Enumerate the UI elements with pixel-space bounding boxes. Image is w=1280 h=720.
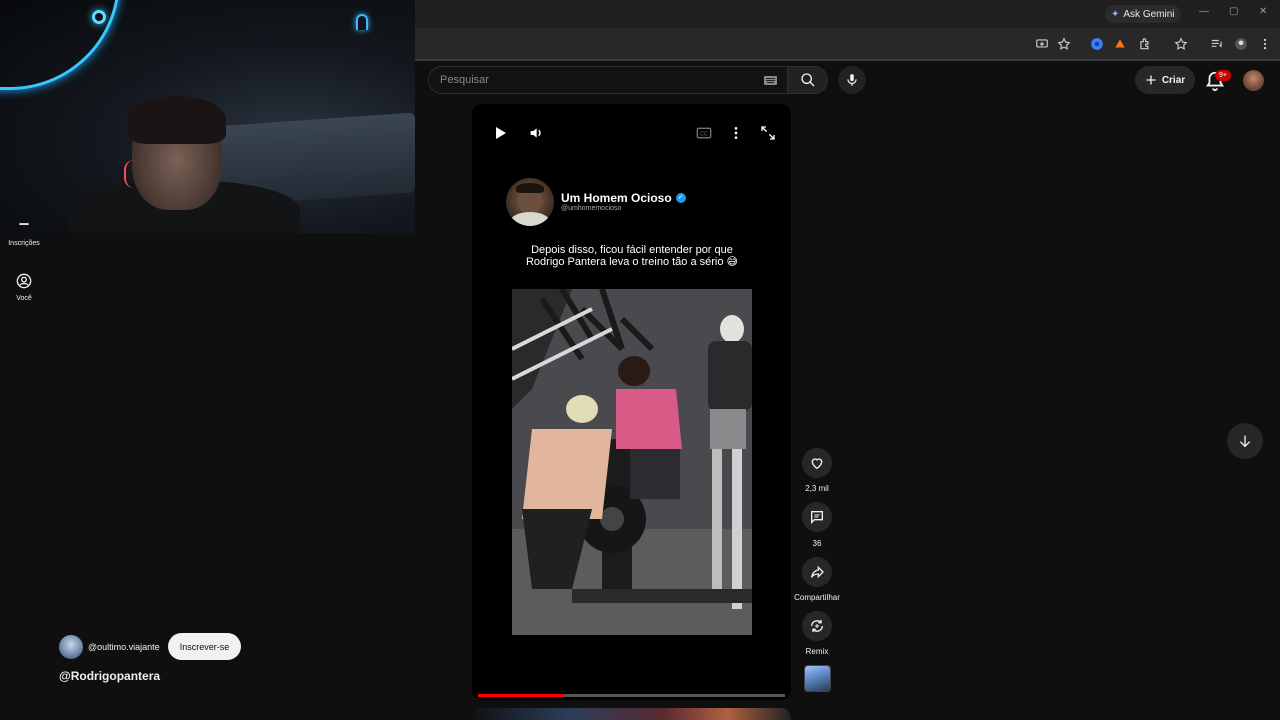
extension-blue-icon[interactable] (1090, 37, 1104, 51)
sound-thumbnail[interactable] (804, 665, 831, 692)
minimize-button[interactable]: — (1199, 6, 1209, 17)
gym-scene-illustration (512, 289, 752, 635)
post-caption: Depois disso, ficou fácil entender por q… (480, 244, 784, 268)
caption-line: Rodrigo Pantera leva o treino tão a séri… (525, 256, 739, 268)
comments-button[interactable] (802, 502, 832, 532)
bookmarks-star-icon[interactable] (1174, 37, 1188, 51)
account-icon (16, 273, 32, 289)
search-button[interactable] (788, 66, 828, 94)
comment-count: 36 (812, 539, 822, 548)
profile-icon[interactable] (1234, 37, 1248, 51)
subscribe-button[interactable]: Inscrever-se (168, 633, 241, 660)
create-button[interactable]: Criar (1135, 66, 1195, 94)
more-options-icon[interactable] (728, 125, 744, 141)
like-button[interactable] (802, 448, 832, 478)
ask-gemini-label: Ask Gemini (1123, 8, 1175, 20)
plus-icon (1146, 75, 1156, 85)
search-icon (800, 73, 814, 87)
caption-line: Depois disso, ficou fácil entender por q… (531, 244, 733, 256)
ask-gemini-button[interactable]: ✦ Ask Gemini (1105, 5, 1181, 23)
webcam-overlay (0, 0, 415, 233)
microphone-icon (847, 74, 857, 86)
share-label: Compartilhar (794, 593, 840, 602)
gemini-sparkle-icon: ✦ (1111, 8, 1120, 20)
verified-badge-icon: ✓ (675, 193, 686, 203)
bookmark-star-icon[interactable] (1057, 37, 1071, 51)
neon-light (356, 14, 368, 30)
install-app-icon[interactable] (1035, 37, 1049, 51)
neon-light (92, 10, 106, 24)
account-avatar[interactable] (1243, 70, 1264, 91)
search-placeholder: Pesquisar (440, 74, 489, 86)
close-window-button[interactable]: ✕ (1259, 6, 1267, 17)
svg-text:CC: CC (700, 131, 708, 137)
next-short-button[interactable] (1227, 423, 1263, 459)
streamer-hair (128, 96, 226, 144)
play-icon[interactable] (492, 125, 508, 141)
post-author-name-text: Um Homem Ocioso (561, 191, 672, 205)
sidebar-item-subscriptions[interactable]: Inscrições (0, 222, 48, 247)
volume-icon[interactable] (528, 125, 544, 141)
headset-mic (124, 160, 134, 188)
maximize-button[interactable]: ▢ (1229, 6, 1238, 17)
arrow-down-icon (1239, 435, 1251, 448)
channel-title: @Rodrigopantera (59, 669, 161, 683)
fullscreen-icon[interactable] (760, 125, 776, 141)
comment-icon (811, 511, 823, 524)
extension-orange-icon[interactable] (1113, 37, 1127, 51)
subscribe-label: Inscrever-se (179, 641, 230, 652)
channel-handle[interactable]: @oultimo.viajante (88, 642, 160, 652)
remix-icon (811, 620, 823, 632)
post-author-handle: @umhomemocioso (561, 205, 622, 212)
extensions-puzzle-icon[interactable] (1138, 37, 1152, 51)
voice-search-button[interactable] (838, 66, 866, 94)
channel-avatar[interactable] (59, 635, 83, 659)
keyboard-icon[interactable] (764, 76, 777, 85)
remix-button[interactable] (802, 611, 832, 641)
next-short-preview[interactable] (472, 708, 791, 720)
sidebar-item-you[interactable]: Você (0, 273, 48, 302)
sidebar-item-label: Você (16, 295, 32, 302)
captions-icon[interactable]: CC (696, 125, 712, 141)
progress-fill (478, 694, 564, 697)
subscriptions-icon (19, 223, 29, 225)
create-label: Criar (1161, 74, 1186, 86)
post-author-name: Um Homem Ocioso ✓ (561, 191, 686, 205)
media-controls-icon[interactable] (1210, 37, 1224, 51)
sidebar-item-label: Inscrições (8, 240, 40, 247)
post-author-avatar (506, 178, 554, 226)
like-count: 2,3 mil (805, 484, 829, 493)
gym-video-frame (512, 289, 752, 635)
share-button[interactable] (802, 557, 832, 587)
search-input[interactable]: Pesquisar (428, 66, 788, 94)
notifications-badge: 9+ (1215, 70, 1231, 81)
share-icon (811, 565, 824, 579)
remix-label: Remix (805, 647, 829, 656)
heart-icon (811, 458, 823, 470)
browser-menu-icon[interactable] (1258, 37, 1272, 51)
